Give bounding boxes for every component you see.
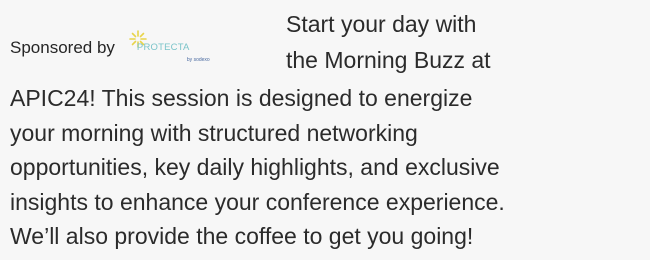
sponsored-by-label: Sponsored by <box>10 38 115 57</box>
body-line-5: We’ll also provide the coffee to get you… <box>10 223 474 250</box>
body-line-2: your morning with structured networking <box>10 119 418 146</box>
body-line-3: opportunities, key daily highlights, and… <box>10 154 500 181</box>
heading-line-1: Start your day with <box>286 11 477 37</box>
logo-wordmark: PROTECTA <box>136 42 190 53</box>
heading-line-2: the Morning Buzz at <box>286 47 491 73</box>
session-description: APIC24! This session is designed to ener… <box>10 81 644 254</box>
sponsor-block: Sponsored by PROTECTA by sodexo <box>10 28 275 68</box>
logo-subtext: by sodexo <box>186 57 210 63</box>
body-line-1: APIC24! This session is designed to ener… <box>10 85 473 111</box>
body-line-4: insights to enhance your conference expe… <box>10 188 505 215</box>
protecta-logo: PROTECTA by sodexo <box>127 28 225 68</box>
